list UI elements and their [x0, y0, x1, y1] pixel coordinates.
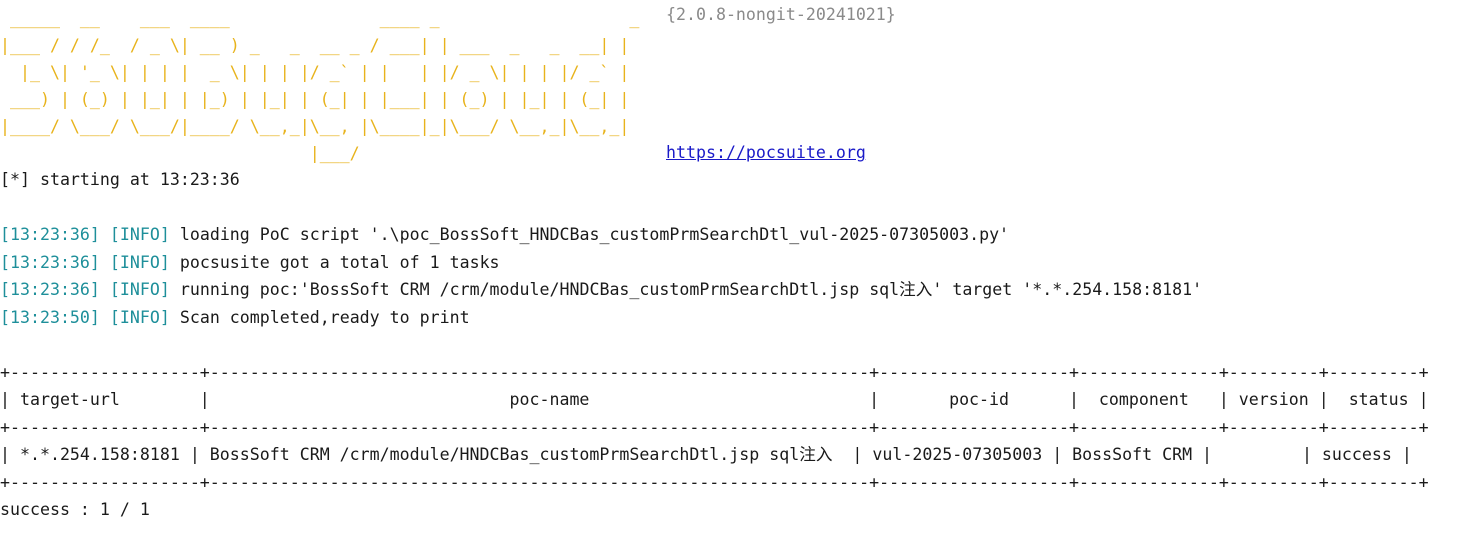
banner-line-4: ___) | (_) | |_| | |_) | |_| | (_| | |__…	[0, 90, 630, 109]
banner-line-3: |_ \| '_ \| | | | _ \| | | |/ _` | | | |…	[0, 63, 630, 82]
log-message: running poc:'BossSoft CRM /crm/module/HN…	[179, 280, 1203, 299]
table-border-top: +-------------------+-------------------…	[0, 363, 1429, 382]
log-timestamp: [13:23:36]	[0, 225, 100, 244]
summary-line: success : 1 / 1	[0, 500, 150, 519]
start-line: [*] starting at 13:23:36	[0, 170, 240, 189]
log-line: [13:23:36] [INFO] pocsusite got a total …	[0, 253, 500, 273]
table-header: | target-url | poc-name | poc-id | compo…	[0, 390, 1429, 409]
log-message: loading PoC script '.\poc_BossSoft_HNDCB…	[179, 225, 1010, 244]
log-level: [INFO]	[109, 308, 170, 327]
log-timestamp: [13:23:36]	[0, 253, 100, 272]
log-message: pocsusite got a total of 1 tasks	[179, 253, 500, 272]
banner-line-5: |____/ \___/ \___/|____/ \__,_|\__, |\__…	[0, 117, 630, 136]
log-timestamp: [13:23:36]	[0, 280, 100, 299]
table-border-bottom: +-------------------+-------------------…	[0, 473, 1429, 492]
log-line: [13:23:36] [INFO] loading PoC script '.\…	[0, 225, 1009, 245]
log-level: [INFO]	[109, 225, 170, 244]
log-level: [INFO]	[109, 280, 170, 299]
banner-line-6: |___/	[0, 144, 360, 163]
banner-line-1: _____ __ ___ ____ ____ _ _	[0, 9, 640, 28]
version-label: {2.0.8-nongit-20241021}	[666, 5, 896, 24]
pocsuite-link[interactable]: https://pocsuite.org	[666, 143, 866, 163]
banner-line-2: |___ / / /_ / _ \| __ ) _ _ __ _ / ___| …	[0, 36, 630, 55]
log-level: [INFO]	[109, 253, 170, 272]
table-border-mid: +-------------------+-------------------…	[0, 418, 1429, 437]
log-message: Scan completed,ready to print	[179, 308, 470, 327]
log-line: [13:23:36] [INFO] running poc:'BossSoft …	[0, 280, 1202, 300]
log-timestamp: [13:23:50]	[0, 308, 100, 327]
log-line: [13:23:50] [INFO] Scan completed,ready t…	[0, 308, 470, 328]
table-row: | *.*.254.158:8181 | BossSoft CRM /crm/m…	[0, 445, 1412, 464]
